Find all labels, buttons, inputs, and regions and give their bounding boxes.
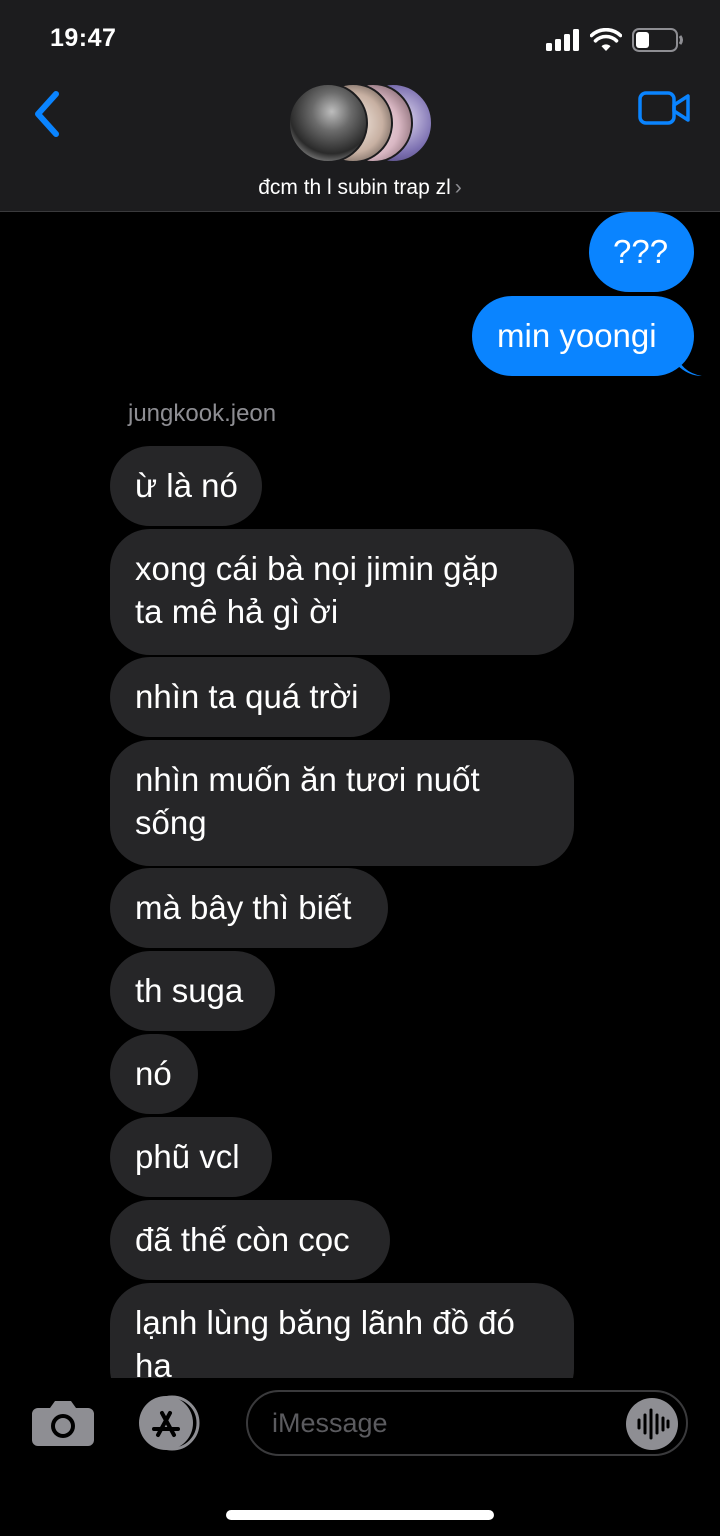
app-store-button[interactable] [134, 1395, 206, 1451]
avatar [288, 83, 368, 163]
incoming-message[interactable]: nó [110, 1034, 198, 1114]
status-time: 19:47 [50, 24, 117, 52]
audio-waveform-icon [637, 1408, 670, 1440]
sender-name: jungkook.jeon [128, 400, 277, 427]
status-icons [546, 28, 684, 52]
camera-button[interactable] [30, 1398, 96, 1448]
message-input-placeholder: iMessage [272, 1408, 388, 1438]
group-name-label: đcm th l subin trap zl [258, 176, 451, 199]
video-call-button[interactable] [638, 90, 692, 126]
video-camera-icon [638, 91, 690, 125]
app-store-icon [139, 1395, 200, 1451]
incoming-message[interactable]: th suga [110, 951, 275, 1031]
chevron-left-icon [35, 91, 59, 137]
wifi-icon [590, 28, 622, 51]
cellular-signal-icon [546, 29, 579, 51]
incoming-message[interactable]: mà bây thì biết [110, 868, 388, 948]
outgoing-message[interactable]: ??? [589, 212, 694, 292]
battery-icon [632, 28, 683, 52]
incoming-message[interactable]: nhìn ta quá trời [110, 657, 390, 737]
group-avatars[interactable] [288, 83, 433, 165]
incoming-message[interactable]: lạnh lùng băng lãnh đồ đó ha [110, 1283, 574, 1378]
group-name[interactable]: đcm th l subin trap zl › [0, 176, 720, 200]
incoming-message[interactable]: phũ vcl [110, 1117, 272, 1197]
camera-icon [32, 1401, 94, 1446]
message-list[interactable]: ??? min yoongi jungkook.jeon ừ là nó xon… [0, 212, 720, 1378]
back-button[interactable] [28, 88, 68, 140]
chevron-right-icon: › [454, 176, 462, 199]
incoming-message[interactable]: đã thế còn cọc [110, 1200, 390, 1280]
message-input[interactable]: iMessage [246, 1390, 688, 1456]
bubble-tail [676, 352, 702, 376]
incoming-message[interactable]: xong cái bà nọi jimin gặp ta mê hả gì ời [110, 529, 574, 655]
audio-message-button[interactable] [626, 1398, 678, 1450]
home-indicator[interactable] [226, 1510, 494, 1520]
incoming-message[interactable]: ừ là nó [110, 446, 262, 526]
incoming-message[interactable]: nhìn muốn ăn tươi nuốt sống [110, 740, 574, 866]
conversation-header: 19:47 đcm th l subin trap zl › [0, 0, 720, 212]
outgoing-message[interactable]: min yoongi [472, 296, 694, 376]
